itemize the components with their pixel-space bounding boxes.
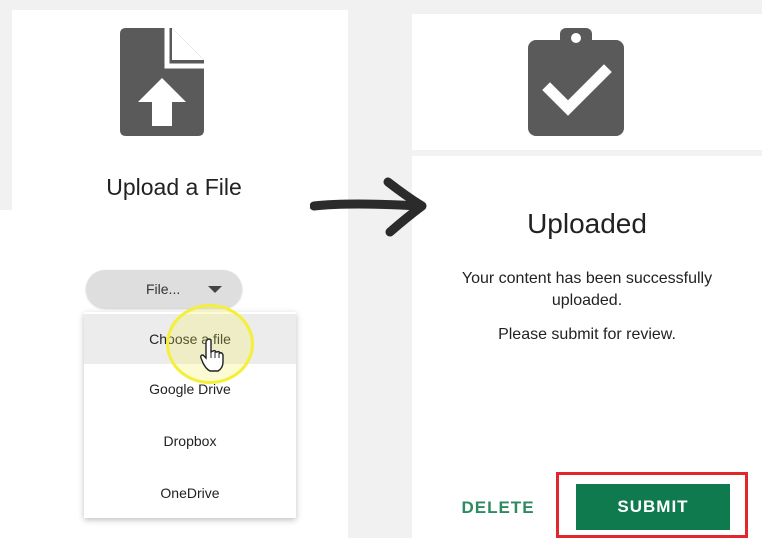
upload-title: Upload a File xyxy=(106,174,242,200)
review-instruction: Please submit for review. xyxy=(498,326,676,343)
menu-item-onedrive[interactable]: OneDrive xyxy=(84,468,296,518)
upload-card-footer xyxy=(0,210,348,258)
uploaded-title: Uploaded xyxy=(527,208,647,239)
success-message-line-2: uploaded. xyxy=(551,292,623,309)
delete-button[interactable]: DELETE xyxy=(448,493,548,523)
menu-item-dropbox[interactable]: Dropbox xyxy=(84,416,296,466)
success-message-line-1: Your content has been successfully xyxy=(461,270,713,287)
clipboard-check-icon xyxy=(528,28,624,136)
submit-button[interactable]: SUBMIT xyxy=(576,484,730,530)
file-select-label: File... xyxy=(146,281,181,297)
file-upload-icon xyxy=(120,28,204,136)
chevron-down-icon xyxy=(208,286,222,293)
file-select-dropdown[interactable]: File... xyxy=(86,270,242,308)
uploaded-card-divider xyxy=(412,150,762,156)
hand-pointer-icon xyxy=(200,338,224,372)
